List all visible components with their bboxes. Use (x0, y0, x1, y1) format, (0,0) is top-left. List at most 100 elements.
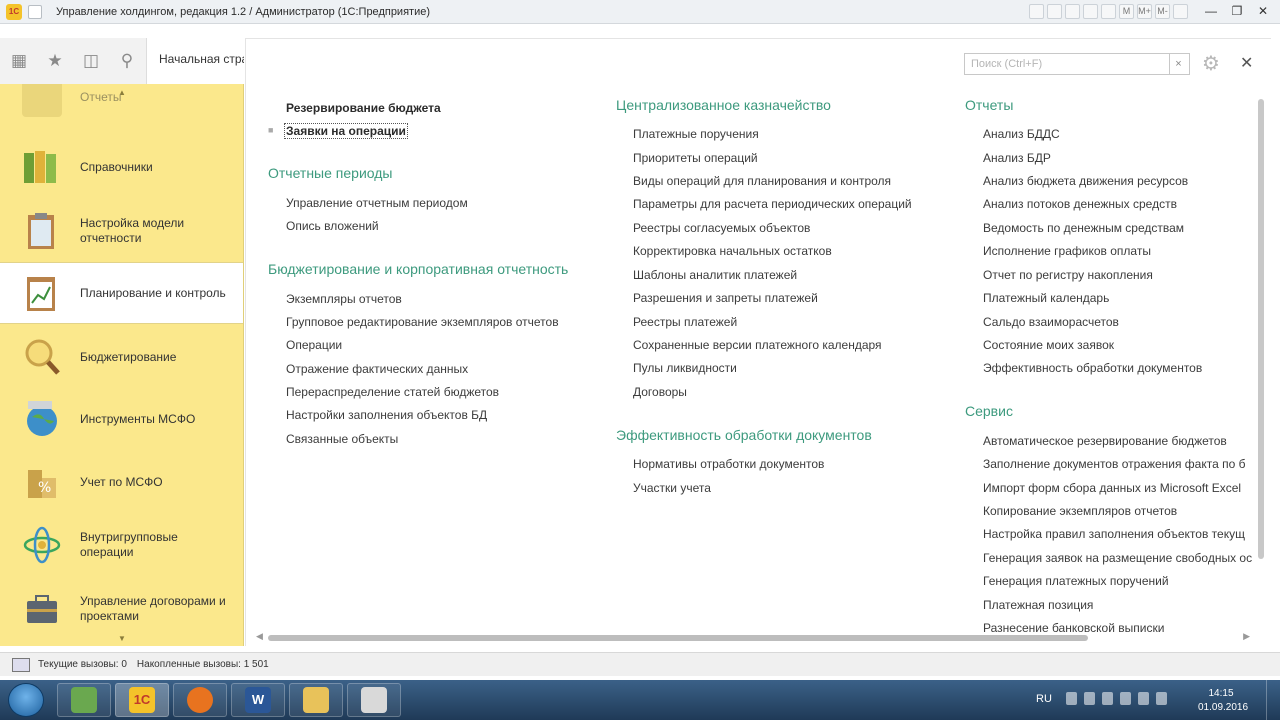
scroll-thumb[interactable] (1258, 99, 1264, 559)
menu-link[interactable]: Анализ БДДС (983, 127, 1060, 141)
scroll-thumb[interactable] (268, 635, 1088, 641)
menu-link[interactable]: Виды операций для планирования и контрол… (633, 174, 891, 188)
menu-link[interactable]: Разнесение банковской выписки (983, 621, 1164, 635)
network-icon[interactable] (1084, 692, 1095, 705)
taskbar-app-explorer[interactable] (289, 683, 343, 717)
sidebar-item-catalogs[interactable]: Справочники (0, 136, 243, 198)
sidebar-item-budgeting[interactable]: Бюджетирование (0, 326, 243, 388)
system-clock[interactable]: 14:15 01.09.2016 (1198, 687, 1248, 715)
show-desktop-button[interactable] (1266, 680, 1280, 720)
menu-link[interactable]: Отчет по регистру накопления (983, 268, 1153, 282)
sidebar-item-ifrs-accounting[interactable]: % Учет по МСФО (0, 451, 243, 513)
menu-link[interactable]: Эффективность обработки документов (983, 361, 1202, 375)
memory-plus-button[interactable]: M+ (1137, 4, 1152, 19)
menu-link[interactable]: Параметры для расчета периодических опер… (633, 197, 912, 211)
gear-icon[interactable]: ⚙ (1202, 51, 1220, 76)
tool-icon[interactable] (1029, 4, 1044, 19)
server-calls-icon[interactable] (12, 657, 30, 672)
menu-link[interactable]: Исполнение графиков оплаты (983, 244, 1151, 258)
menu-link[interactable]: Сохраненные версии платежного календаря (633, 338, 882, 352)
menu-link[interactable]: Анализ БДР (983, 151, 1051, 165)
memory-button[interactable]: M (1119, 4, 1134, 19)
menu-link[interactable]: Операции (286, 338, 342, 352)
sidebar-item-reports[interactable]: Отчеты (0, 84, 243, 122)
menu-link[interactable]: Связанные объекты (286, 432, 398, 446)
menu-link[interactable]: Платежная позиция (983, 598, 1093, 612)
menu-link[interactable]: Состояние моих заявок (983, 338, 1114, 352)
menu-link[interactable]: Анализ потоков денежных средств (983, 197, 1177, 211)
search-icon[interactable]: ⚲ (110, 44, 144, 78)
menu-link[interactable]: Нормативы отработки документов (633, 457, 824, 471)
menu-link[interactable]: Настройка правил заполнения объектов тек… (983, 527, 1245, 541)
minimize-icon[interactable]: — (1200, 3, 1222, 20)
menu-link[interactable]: Платежные поручения (633, 127, 759, 141)
taskbar-app-word[interactable]: W (231, 683, 285, 717)
menu-link[interactable]: Анализ бюджета движения ресурсов (983, 174, 1188, 188)
scroll-left-icon[interactable]: ◀ (256, 631, 263, 642)
sections-grid-icon[interactable]: ▦ (2, 44, 36, 78)
quick-access-icon[interactable] (28, 4, 42, 19)
signal-icon[interactable] (1102, 692, 1113, 705)
menu-link[interactable]: Групповое редактирование экземпляров отч… (286, 315, 559, 329)
menu-link[interactable]: Отражение фактических данных (286, 362, 468, 376)
menu-link[interactable]: Автоматическое резервирование бюджетов (983, 434, 1227, 448)
taskbar-app-file-manager[interactable] (57, 683, 111, 717)
horizontal-scrollbar[interactable]: ◀ ▶ (256, 631, 1250, 641)
menu-link[interactable]: Опись вложений (286, 219, 379, 233)
scroll-down-icon[interactable]: ▼ (118, 634, 126, 643)
sidebar-item-ifrs-tools[interactable]: Инструменты МСФО (0, 388, 243, 450)
menu-link[interactable]: Управление отчетным периодом (286, 196, 468, 210)
search-clear-button[interactable]: × (1168, 53, 1190, 75)
start-button-icon[interactable] (8, 683, 44, 717)
menu-link[interactable]: Приоритеты операций (633, 151, 758, 165)
close-icon[interactable]: ✕ (1240, 53, 1253, 73)
battery-icon[interactable] (1138, 692, 1149, 705)
tool-icon[interactable] (1065, 4, 1080, 19)
sidebar-item-intragroup-operations[interactable]: Внутригрупповые операции (0, 514, 243, 576)
menu-link[interactable]: Платежный календарь (983, 291, 1109, 305)
history-icon[interactable]: ◫ (74, 44, 108, 78)
taskbar-app-1c[interactable]: 1С (115, 683, 169, 717)
menu-link[interactable]: Реестры согласуемых объектов (633, 221, 810, 235)
menu-link[interactable]: Копирование экземпляров отчетов (983, 504, 1177, 518)
menu-link[interactable]: Перераспределение статей бюджетов (286, 385, 499, 399)
app-logo-icon[interactable]: 1С (6, 3, 22, 20)
menu-link[interactable]: Реестры платежей (633, 315, 737, 329)
menu-link[interactable]: Участки учета (633, 481, 711, 495)
menu-link[interactable]: Разрешения и запреты платежей (633, 291, 818, 305)
vertical-scrollbar[interactable] (1258, 99, 1264, 629)
drive-icon[interactable] (1156, 692, 1167, 705)
taskbar-app-paint[interactable] (347, 683, 401, 717)
tab-start-page[interactable]: Начальная стра (146, 38, 244, 84)
tool-icon[interactable] (1173, 4, 1188, 19)
menu-link[interactable]: Экземпляры отчетов (286, 292, 402, 306)
taskbar-app-firefox[interactable] (173, 683, 227, 717)
menu-link[interactable]: Настройки заполнения объектов БД (286, 408, 487, 422)
maximize-icon[interactable]: ❐ (1226, 3, 1248, 20)
sidebar-item-planning-and-control[interactable]: Планирование и контроль (0, 262, 243, 324)
menu-link[interactable]: Генерация заявок на размещение свободных… (983, 551, 1252, 565)
menu-link[interactable]: Корректировка начальных остатков (633, 244, 832, 258)
menu-link[interactable]: Договоры (633, 385, 687, 399)
sidebar-item-reporting-model[interactable]: Настройка модели отчетности (0, 200, 243, 262)
menu-link[interactable]: Ведомость по денежным средствам (983, 221, 1184, 235)
link-budget-reservation[interactable]: Резервирование бюджета (286, 101, 441, 115)
tray-arrow-icon[interactable] (1066, 692, 1077, 705)
scroll-right-icon[interactable]: ▶ (1243, 631, 1250, 642)
sidebar-item-contracts-projects[interactable]: Управление договорами и проектами (0, 578, 243, 640)
search-input[interactable]: Поиск (Ctrl+F) (964, 53, 1170, 75)
menu-link[interactable]: Заполнение документов отражения факта по… (983, 457, 1246, 471)
tool-icon[interactable] (1101, 4, 1116, 19)
tool-icon[interactable] (1047, 4, 1062, 19)
volume-icon[interactable] (1120, 692, 1131, 705)
menu-link[interactable]: Сальдо взаиморасчетов (983, 315, 1119, 329)
tool-icon[interactable] (1083, 4, 1098, 19)
menu-link[interactable]: Генерация платежных поручений (983, 574, 1169, 588)
link-operation-requests[interactable]: Заявки на операции (284, 123, 408, 139)
favorites-star-icon[interactable]: ★ (38, 44, 72, 78)
language-indicator[interactable]: RU (1036, 693, 1052, 705)
close-window-icon[interactable]: ✕ (1252, 3, 1274, 20)
menu-link[interactable]: Импорт форм сбора данных из Microsoft Ex… (983, 481, 1241, 495)
memory-minus-button[interactable]: M- (1155, 4, 1170, 19)
menu-link[interactable]: Пулы ликвидности (633, 361, 737, 375)
